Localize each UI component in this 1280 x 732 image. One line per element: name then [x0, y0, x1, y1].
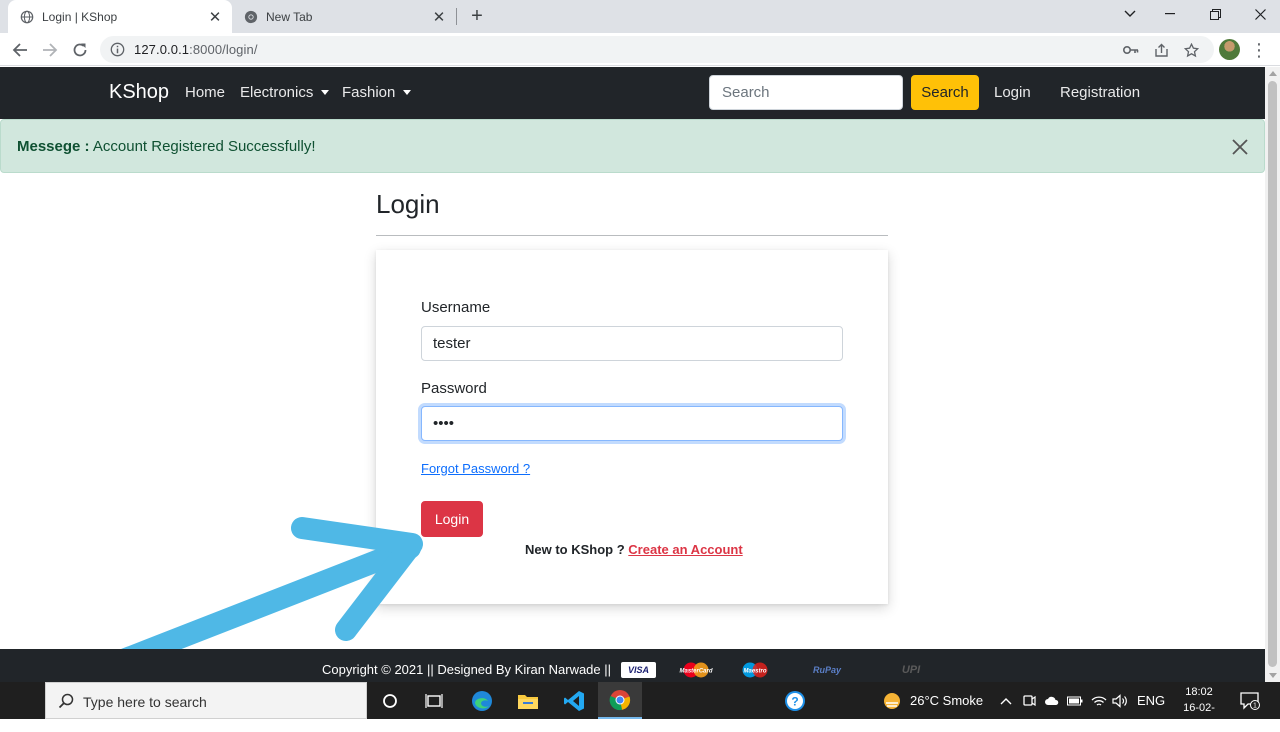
- weather-sun-icon[interactable]: [872, 682, 912, 719]
- svg-text:Maestro: Maestro: [743, 669, 766, 675]
- maestro-logo: Maestro: [737, 662, 773, 678]
- key-icon[interactable]: [1122, 41, 1140, 59]
- clock-date: 16-02-2022: [1183, 702, 1215, 730]
- notification-center-icon[interactable]: 1: [1236, 682, 1264, 719]
- register-prompt-text: New to KShop ?: [525, 542, 625, 557]
- weather-text[interactable]: 26°C Smoke: [910, 693, 983, 708]
- upi-logo: UPI: [901, 664, 921, 676]
- show-hidden-icons-chevron[interactable]: [996, 682, 1016, 719]
- register-prompt: New to KShop ? Create an Account: [525, 542, 743, 557]
- language-indicator[interactable]: ENG: [1137, 693, 1165, 708]
- svg-text:1: 1: [1253, 702, 1257, 709]
- forward-arrow-icon[interactable]: [38, 38, 62, 62]
- title-divider: [376, 235, 888, 236]
- taskbar-search-placeholder: Type here to search: [83, 694, 207, 710]
- password-label: Password: [421, 380, 487, 397]
- svg-text:?: ?: [791, 694, 798, 708]
- tab-new-tab[interactable]: New Tab ✕: [232, 0, 456, 33]
- copyright-text: Copyright © 2021 || Designed By Kiran Na…: [322, 662, 612, 677]
- restore-icon[interactable]: [1195, 0, 1235, 28]
- share-icon[interactable]: [1152, 41, 1170, 59]
- browser-tab-strip: Login | KShop ✕ New Tab ✕ +: [0, 0, 1280, 33]
- alert-label: Messege :: [17, 138, 90, 155]
- task-view-icon[interactable]: [412, 682, 456, 719]
- clock-time: 18:02: [1185, 686, 1213, 698]
- site-search-input[interactable]: [709, 75, 903, 110]
- site-navbar: KShop Home Electronics Fashion Search Lo…: [0, 67, 1265, 119]
- wifi-icon[interactable]: [1089, 682, 1109, 719]
- chrome-icon: [244, 10, 258, 23]
- system-clock[interactable]: 18:02 16-02-2022: [1171, 684, 1227, 732]
- page-title: Login: [376, 189, 440, 219]
- scroll-up-arrow-icon[interactable]: [1269, 71, 1277, 76]
- brand-logo[interactable]: KShop: [109, 81, 169, 104]
- volume-icon[interactable]: [1110, 682, 1130, 719]
- login-button[interactable]: Login: [421, 501, 483, 537]
- tab-login-kshop[interactable]: Login | KShop ✕: [8, 0, 232, 33]
- nav-login[interactable]: Login: [994, 84, 1031, 101]
- cortana-icon[interactable]: [368, 682, 412, 719]
- scroll-down-arrow-icon[interactable]: [1269, 673, 1277, 678]
- username-input[interactable]: [421, 326, 843, 361]
- chrome-taskbar-icon[interactable]: [598, 682, 642, 719]
- help-app-icon[interactable]: ?: [773, 682, 817, 719]
- site-footer: Copyright © 2021 || Designed By Kiran Na…: [0, 649, 1265, 682]
- create-account-link[interactable]: Create an Account: [628, 542, 742, 557]
- minimize-icon[interactable]: [1150, 0, 1190, 28]
- nav-electronics-dropdown[interactable]: Electronics: [240, 84, 330, 101]
- url-text: 127.0.0.1:8000/login/: [134, 42, 258, 57]
- info-icon[interactable]: [110, 42, 125, 57]
- bookmark-star-icon[interactable]: [1182, 41, 1200, 59]
- new-tab-button[interactable]: +: [465, 4, 489, 28]
- address-bar[interactable]: 127.0.0.1:8000/login/: [100, 36, 1214, 63]
- nav-home[interactable]: Home: [185, 84, 225, 101]
- tab-separator: [456, 8, 457, 25]
- rupay-logo: RuPay: [812, 665, 841, 675]
- page-viewport: KShop Home Electronics Fashion Search Lo…: [0, 67, 1265, 649]
- page-scrollbar[interactable]: [1265, 67, 1280, 682]
- search-icon: [58, 693, 74, 709]
- nav-fashion-dropdown[interactable]: Fashion: [342, 84, 412, 101]
- meet-now-icon[interactable]: [1019, 682, 1039, 719]
- mastercard-logo: MasterCard: [676, 662, 716, 678]
- close-alert-icon[interactable]: [1228, 135, 1252, 159]
- windows-taskbar: Type here to search ? 26°C Smoke ENG 18:…: [0, 682, 1280, 730]
- success-alert: Messege : Account Registered Successfull…: [0, 119, 1265, 173]
- tab-title: Login | KShop: [42, 9, 118, 24]
- vscode-icon[interactable]: [552, 682, 596, 719]
- onedrive-cloud-icon[interactable]: [1042, 682, 1062, 719]
- edge-browser-icon[interactable]: [460, 682, 504, 719]
- back-arrow-icon[interactable]: [8, 38, 32, 62]
- alert-text: Account Registered Successfully!: [92, 138, 316, 155]
- search-button[interactable]: Search: [911, 75, 979, 110]
- profile-avatar[interactable]: [1219, 39, 1240, 60]
- scrollbar-thumb[interactable]: [1268, 81, 1277, 667]
- file-explorer-icon[interactable]: [506, 682, 550, 719]
- close-tab-icon[interactable]: ✕: [428, 6, 450, 28]
- browser-menu-icon[interactable]: ⋮: [1250, 39, 1268, 61]
- tab-search-chevron-icon[interactable]: [1110, 0, 1150, 28]
- caret-down-icon: [403, 90, 412, 95]
- close-tab-icon[interactable]: ✕: [204, 6, 226, 28]
- nav-registration[interactable]: Registration: [1060, 84, 1140, 101]
- login-form-card: Username Password Forgot Password ? Logi…: [376, 250, 888, 604]
- password-input[interactable]: [421, 406, 843, 441]
- taskbar-search-box[interactable]: Type here to search: [45, 682, 367, 719]
- browser-toolbar: 127.0.0.1:8000/login/ ⋮: [0, 33, 1280, 66]
- tab-title: New Tab: [266, 9, 313, 24]
- globe-icon: [20, 10, 34, 23]
- forgot-password-link[interactable]: Forgot Password ?: [421, 461, 530, 476]
- svg-text:MasterCard: MasterCard: [679, 669, 712, 675]
- close-window-icon[interactable]: [1240, 0, 1280, 28]
- reload-icon[interactable]: [68, 38, 92, 62]
- alert-message: Messege : Account Registered Successfull…: [17, 138, 316, 155]
- caret-down-icon: [321, 90, 330, 95]
- username-label: Username: [421, 299, 491, 316]
- visa-logo: VISA: [621, 662, 656, 678]
- battery-icon[interactable]: [1065, 682, 1085, 719]
